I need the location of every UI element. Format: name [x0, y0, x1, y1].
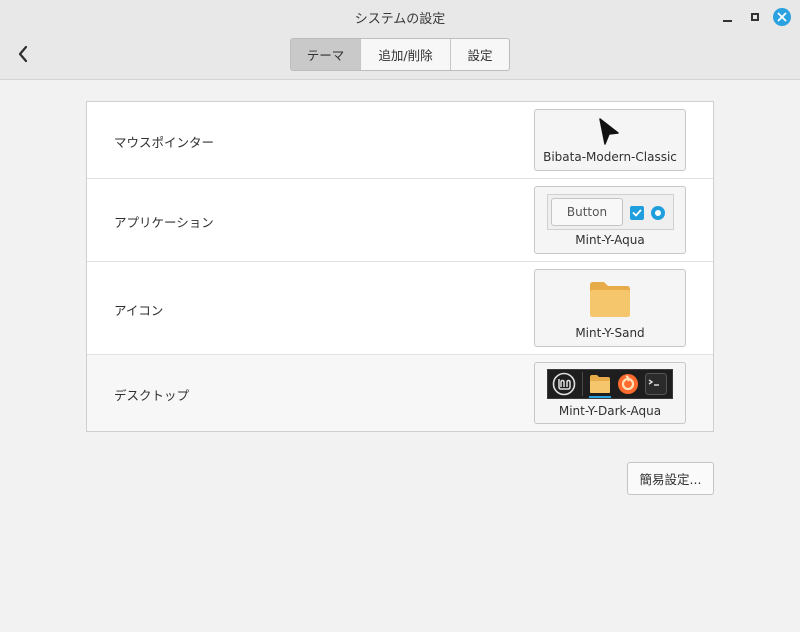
terminal-icon: [645, 373, 667, 395]
applications-label: アプリケーション: [114, 215, 214, 230]
minimize-button[interactable]: [718, 8, 736, 26]
applications-theme-name: Mint-Y-Aqua: [575, 233, 645, 247]
desktop-theme-button[interactable]: Mint-Y-Dark-Aqua: [534, 362, 686, 424]
desktop-theme-preview: [547, 369, 673, 399]
chevron-left-icon: [18, 45, 28, 63]
icons-row: アイコン Mint-Y-Sand: [87, 262, 713, 355]
applications-theme-button[interactable]: Button Mint-Y-Aqua: [534, 186, 686, 254]
mint-menu-icon: [552, 372, 576, 396]
desktop-theme-name: Mint-Y-Dark-Aqua: [558, 404, 662, 418]
tab-add-remove[interactable]: 追加/削除: [361, 39, 451, 70]
desktop-row: デスクトップ Mint-Y-Dark-Aqua: [87, 355, 713, 431]
checkbox-icon: [630, 206, 644, 220]
maximize-button[interactable]: [746, 8, 764, 26]
icons-label: アイコン: [114, 303, 164, 318]
firefox-icon: [618, 374, 638, 394]
panel-separator: [582, 372, 583, 396]
mouse-pointer-row: マウスポインター Bibata-Modern-Classic: [87, 102, 713, 179]
back-button[interactable]: [12, 42, 34, 66]
icons-theme-name: Mint-Y-Sand: [575, 326, 645, 340]
mouse-pointer-label: マウスポインター: [114, 135, 215, 150]
preview-button: Button: [551, 198, 623, 226]
close-icon: [777, 12, 787, 22]
icons-theme-button[interactable]: Mint-Y-Sand: [534, 269, 686, 347]
close-button[interactable]: [773, 8, 791, 26]
tab-settings[interactable]: 設定: [451, 39, 509, 70]
mouse-pointer-theme-name: Bibata-Modern-Classic: [543, 150, 677, 164]
applications-row: アプリケーション Button Mint-Y-Aqua: [87, 179, 713, 262]
minimize-icon: [722, 20, 732, 22]
applications-theme-preview: Button: [547, 194, 674, 230]
tab-themes[interactable]: テーマ: [291, 39, 361, 70]
theme-settings-panel: マウスポインター Bibata-Modern-Classic アプリケーション …: [86, 101, 714, 432]
simple-settings-button[interactable]: 簡易設定...: [627, 462, 714, 495]
desktop-label: デスクトップ: [114, 388, 190, 403]
radio-icon: [651, 206, 665, 220]
window-title: システムの設定: [354, 12, 446, 27]
mouse-cursor-icon: [599, 118, 619, 145]
tab-bar: テーマ 追加/削除 設定: [290, 38, 510, 71]
mouse-pointer-theme-button[interactable]: Bibata-Modern-Classic: [534, 109, 686, 171]
maximize-icon: [751, 13, 759, 21]
files-icon: [590, 375, 610, 393]
folder-icon: [590, 282, 630, 317]
title-bar: システムの設定 テーマ 追加/削除 設定: [0, 0, 800, 80]
active-window-indicator: [589, 396, 611, 398]
